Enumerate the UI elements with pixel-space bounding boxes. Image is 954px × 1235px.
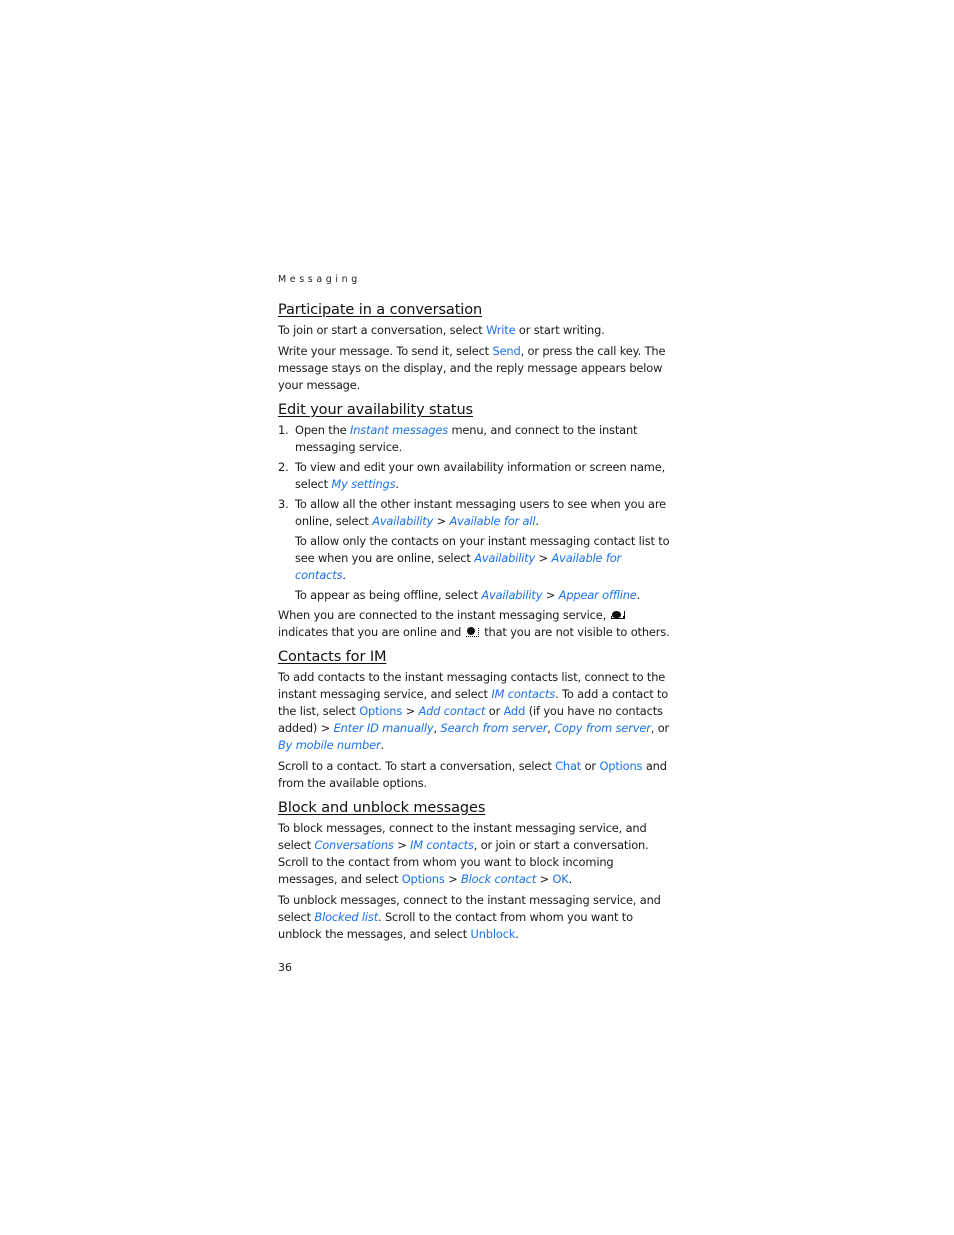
separator: > [444,872,461,886]
step-number: 1. [278,423,289,437]
text: . [395,477,399,491]
text: Write your message. To send it, select [278,344,493,358]
running-head: Messaging [278,274,361,285]
text: , or [650,721,670,735]
step-number: 3. [278,497,289,511]
menu-availability: Availability [474,551,536,565]
list-item: 2. To view and edit your own availabilit… [278,459,670,493]
text: . [342,568,346,582]
text: . [535,514,539,528]
page-number: 36 [278,961,292,974]
menu-conversations: Conversations [314,838,394,852]
list-item: 3. To allow all the other instant messag… [278,496,670,604]
section-heading-block: Block and unblock messages [278,800,486,816]
menu-im-contacts: IM contacts [491,687,556,701]
text: When you are connected to the instant me… [278,608,610,622]
text: . [515,927,519,941]
separator: > [535,551,552,565]
paragraph: To unblock messages, connect to the inst… [278,892,670,943]
menu-block-contact: Block contact [460,872,537,886]
text: or [581,759,600,773]
section-heading-availability: Edit your availability status [278,402,474,418]
menu-im-contacts: IM contacts [410,838,474,852]
paragraph: To block messages, connect to the instan… [278,820,670,888]
menu-instant-messages: Instant messages [350,423,449,437]
separator: > [402,704,419,718]
softkey-unblock: Unblock [470,927,516,941]
menu-appear-offline: Appear offline [558,588,637,602]
text: indicates that you are online and [278,625,465,639]
hidden-status-icon [465,626,480,637]
text: or [485,704,504,718]
softkey-write: Write [486,323,516,337]
paragraph: To allow only the contacts on your insta… [295,533,670,584]
text: or start writing. [515,323,605,337]
softkey-ok: OK [552,872,569,886]
text: . [380,738,385,752]
text: To appear as being offline, select [295,588,482,602]
separator: > [542,588,559,602]
paragraph: To appear as being offline, select Avail… [295,587,670,604]
section-availability: Edit your availability status 1. Open th… [278,401,670,641]
paragraph: To join or start a conversation, select … [278,322,670,339]
manual-page: Messaging Participate in a conversation … [278,274,670,974]
paragraph: To add contacts to the instant messaging… [278,669,670,754]
paragraph: Scroll to a contact. To start a conversa… [278,758,670,792]
menu-available-for-all: Available for all [449,514,536,528]
separator: > [536,872,553,886]
section-contacts: Contacts for IM To add contacts to the i… [278,648,670,792]
menu-copy-from-server: Copy from server [554,721,651,735]
menu-enter-id-manually: Enter ID manually [333,721,434,735]
step-number: 2. [278,460,289,474]
section-block: Block and unblock messages To block mess… [278,799,670,943]
section-heading-participate: Participate in a conversation [278,302,483,318]
online-status-icon [610,609,625,620]
menu-my-settings: My settings [331,477,396,491]
menu-blocked-list: Blocked list [314,910,379,924]
softkey-add: Add [503,704,526,718]
separator: > [433,514,450,528]
text: that you are not visible to others. [480,625,670,639]
text: Scroll to a contact. To start a conversa… [278,759,556,773]
menu-search-from-server: Search from server [440,721,548,735]
softkey-options: Options [599,759,643,773]
text: . [568,872,573,886]
list-item: 1. Open the Instant messages menu, and c… [278,422,670,456]
softkey-send: Send [492,344,521,358]
text: Open the [295,423,351,437]
softkey-chat: Chat [555,759,582,773]
paragraph: Write your message. To send it, select S… [278,343,670,394]
section-heading-contacts: Contacts for IM [278,649,387,665]
section-participate: Participate in a conversation To join or… [278,301,670,394]
text: . [636,588,641,602]
separator: > [393,838,411,852]
steps-list: 1. Open the Instant messages menu, and c… [278,422,670,604]
softkey-options: Options [401,872,445,886]
softkey-options: Options [359,704,403,718]
text: To join or start a conversation, select [278,323,487,337]
paragraph: When you are connected to the instant me… [278,607,670,641]
menu-availability: Availability [481,588,543,602]
menu-by-mobile-number: By mobile number [278,738,381,752]
menu-add-contact: Add contact [418,704,486,718]
menu-availability: Availability [372,514,434,528]
